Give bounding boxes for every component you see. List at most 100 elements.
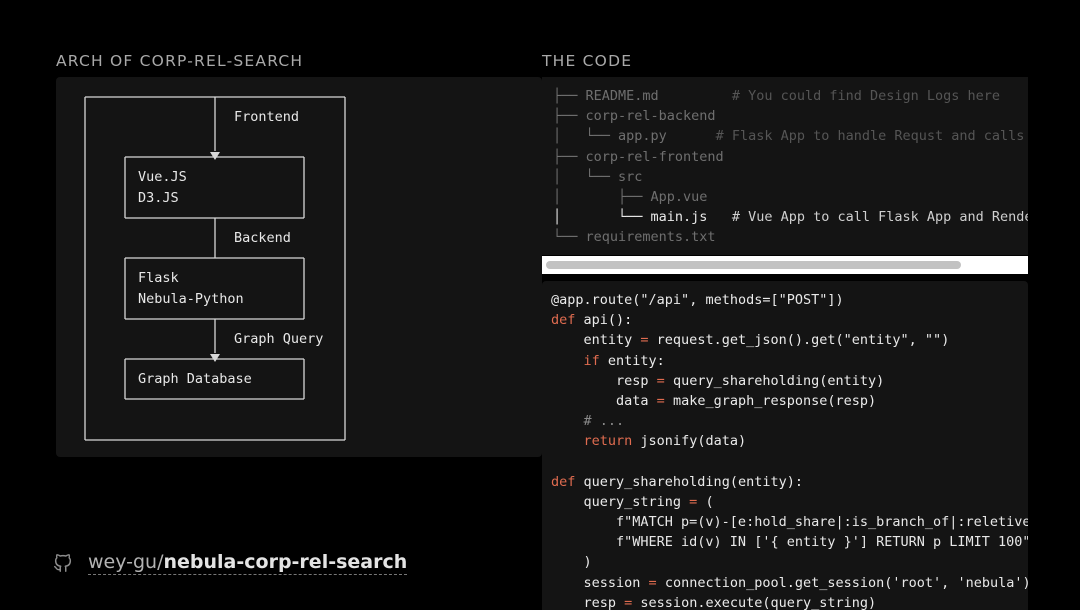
code-token: "entity" [843,332,909,349]
tree-item[interactable]: ├── corp-rel-frontend [553,147,724,167]
tree-item[interactable]: │ └── app.py # Flask App to handle Requs… [553,126,1024,146]
code-token: entity [551,332,641,349]
label-backend: Backend [234,230,291,246]
code-token: data [551,392,657,409]
code-token: = [648,574,657,591]
code-line: if entity: [551,351,1028,371]
code-token: = [656,372,665,389]
tree-item-label: │ ├── App.vue [553,189,708,205]
code-token: ) [551,554,592,571]
code-line: # ... [551,411,1028,431]
code-line: entity = request.get_json().get("entity"… [551,330,1028,350]
code-line: ) [551,552,1028,572]
code-line: data = make_graph_response(resp) [551,391,1028,411]
tree-item-label: ├── corp-rel-backend [553,108,716,125]
backend-box-line: Nebula-Python [138,291,244,307]
repo-link[interactable]: wey-gu/nebula-corp-rel-search [52,551,408,575]
tree-item-comment: # Flask App to handle Requst and calls [715,128,1025,145]
code-token: entity: [599,352,665,369]
code-token: # ... [551,413,625,430]
code-token: if [583,352,600,369]
tree-item[interactable]: ├── corp-rel-backend [553,106,716,126]
code-heading: THE CODE [542,52,633,70]
scrollbar-thumb[interactable] [546,261,961,269]
code-token: return [583,433,633,450]
tree-item-label: ├── corp-rel-frontend [553,148,724,165]
code-token: resp [551,594,625,610]
code-token: ( [697,493,714,510]
code-token: 'nebula' [957,574,1023,591]
code-token: 'root' [892,574,942,591]
tree-item-comment: # Vue App to call Flask App and Render [731,209,1028,226]
code-panel[interactable]: @app.route("/api", methods=["POST"]) def … [542,281,1028,610]
github-icon [54,554,72,572]
code-token: api(): [575,312,633,329]
code-token: , [908,332,925,349]
tree-item[interactable]: │ ├── App.vue [553,187,707,207]
code-token: "POST" [778,292,828,308]
code-token: @app.route( [551,292,641,308]
file-tree-panel[interactable]: ├── README.md # You could find Design Lo… [542,77,1028,255]
tree-item-label: │ └── src [553,168,643,185]
code-line: session = connection_pool.get_session('r… [551,573,1029,593]
code-token: query_shareholding(entity): [575,473,803,490]
code-token: ) [941,332,950,349]
tree-item-comment: # You could find Design Logs here [731,88,1001,104]
database-box: Graph Database [124,358,305,400]
code-token: f"MATCH p=(v)-[e:hold_share|:is_branch_o… [551,514,1028,531]
code-token: , [941,574,958,591]
horizontal-scrollbar[interactable] [542,256,1028,274]
database-box-line: Graph Database [138,371,252,387]
code-token: def [551,473,576,490]
code-token: ) [1022,575,1028,591]
code-line: f"WHERE id(v) IN ['{ entity }'] RETURN p… [551,532,1028,552]
tree-item-label: └── requirements.txt [553,229,716,246]
code-token: "/api" [640,292,690,308]
tree-item[interactable]: │ └── src [553,167,642,187]
backend-box: Flask Nebula-Python [124,257,305,320]
tree-item-label: │ └── app.py [553,128,716,145]
frontend-box: Vue.JS D3.JS [124,156,305,219]
tree-item[interactable]: │ └── main.js # Vue App to call Flask Ap… [553,207,1028,227]
label-frontend: Frontend [234,109,299,125]
frontend-box-line: D3.JS [138,190,179,206]
code-line: def api(): [551,310,1028,330]
label-graph-query: Graph Query [234,331,323,347]
tree-item[interactable]: └── requirements.txt [553,227,716,247]
code-token: query_string [551,493,690,510]
code-line: resp = session.execute(query_string) [551,593,1028,610]
code-line: f"MATCH p=(v)-[e:hold_share|:is_branch_o… [551,512,1028,532]
repo-user: wey-gu/ [88,551,164,573]
code-token: "" [924,332,942,349]
code-token: , methods=[ [689,292,779,308]
arch-heading: ARCH OF CORP-REL-SEARCH [56,52,304,70]
code-token: request.get_json().get( [648,332,844,349]
code-token: ]) [827,292,844,308]
tree-item[interactable]: ├── README.md # You could find Design Lo… [553,86,1000,106]
code-token: = [640,332,649,349]
code-token: jsonify(data) [632,433,747,450]
code-block: @app.route("/api", methods=["POST"]) def … [551,290,1028,610]
code-line: @app.route("/api", methods=["POST"]) [551,290,1028,310]
code-token: connection_pool.get_session( [656,574,893,591]
backend-box-line: Flask [138,270,179,286]
code-token: session [551,574,649,591]
repo-link-text[interactable]: wey-gu/nebula-corp-rel-search [88,551,408,575]
code-token: session.execute(query_string) [632,594,877,610]
arrow-down-icon [210,354,220,362]
code-token: resp [551,372,657,389]
code-token: query_shareholding(entity) [664,372,885,389]
architecture-panel: Frontend Backend Graph Query Vue.JS D3.J… [56,77,542,457]
repo-name: nebula-corp-rel-search [163,551,408,573]
code-token: = [656,392,665,409]
arrow-down-icon [210,152,220,160]
code-token: def [551,312,576,329]
code-line: resp = query_shareholding(entity) [551,371,1028,391]
tree-item-label: │ └── main.js [553,209,732,226]
tree-item-label: ├── README.md [553,88,732,104]
code-token: f"WHERE id(v) IN ['{ entity }'] RETURN p… [551,534,1028,551]
code-line: return jsonify(data) [551,431,1028,451]
